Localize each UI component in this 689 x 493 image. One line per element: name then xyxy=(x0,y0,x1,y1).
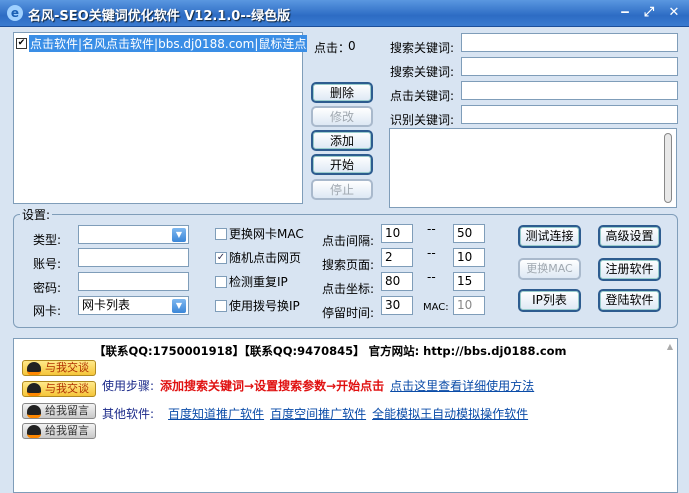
log-textarea[interactable] xyxy=(389,128,677,208)
other-software-link-3[interactable]: 全能模拟王自动模拟操作软件 xyxy=(372,405,528,422)
qq-message-button-2[interactable]: 给我留言 xyxy=(22,423,96,439)
other-software-label: 其他软件: xyxy=(102,407,155,421)
contact-text: 【联系QQ:1750001918】【联系QQ:9470845】 官方网站: ht… xyxy=(94,344,567,358)
steps-text: 添加搜索关键词→设置搜索参数→开始点击 xyxy=(160,379,385,393)
range-separator: -- xyxy=(427,222,436,236)
type-select[interactable]: ▼ xyxy=(78,225,189,244)
qq-message-label: 给我留言 xyxy=(45,404,89,417)
steps-label: 使用步骤: xyxy=(102,379,155,393)
account-label: 账号: xyxy=(33,257,62,271)
range-separator: -- xyxy=(427,270,436,284)
click-count-value: 0 xyxy=(348,39,356,53)
click-keyword-label: 点击关键词: xyxy=(390,89,455,103)
identify-keyword-input[interactable] xyxy=(461,105,678,124)
other-software-link-1[interactable]: 百度知道推广软件 xyxy=(168,405,264,422)
password-label: 密码: xyxy=(33,281,62,295)
list-item-checkbox[interactable]: ✔ xyxy=(16,38,27,49)
textarea-scrollbar[interactable] xyxy=(664,133,672,203)
qq-penguin-icon xyxy=(27,362,41,375)
search-page-to[interactable]: 10 xyxy=(453,248,485,267)
list-item-text: 点击软件|名风点击软件|bbs.dj0188.com|鼠标连点 xyxy=(29,35,308,52)
register-button[interactable]: 注册软件 xyxy=(598,258,661,281)
search-keyword-1-input[interactable] xyxy=(461,33,678,52)
click-interval-label: 点击间隔: xyxy=(322,234,375,248)
dialup-ip-checkbox[interactable]: 使用拨号换IP xyxy=(215,297,300,314)
window-title: 名风-SEO关键词优化软件 V12.1.0--绿色版 xyxy=(28,9,291,24)
close-button[interactable]: ✕ xyxy=(666,5,682,21)
checkbox-box[interactable] xyxy=(215,299,227,312)
qq-chat-button-1[interactable]: 与我交谈 xyxy=(22,360,96,376)
stay-time-label: 停留时间: xyxy=(322,306,375,320)
app-icon: e xyxy=(7,5,23,21)
qq-penguin-icon xyxy=(27,383,41,396)
click-coord-y[interactable]: 15 xyxy=(453,272,485,291)
list-item[interactable]: ✔ 点击软件|名风点击软件|bbs.dj0188.com|鼠标连点 xyxy=(16,35,308,52)
random-click-checkbox[interactable]: ✓ 随机点击网页 xyxy=(215,249,301,266)
change-mac-checkbox[interactable]: 更换网卡MAC xyxy=(215,225,304,242)
click-keyword-input[interactable] xyxy=(461,81,678,100)
maximize-button[interactable]: ⤢ xyxy=(641,5,657,21)
password-input[interactable] xyxy=(78,272,189,291)
search-page-label: 搜索页面: xyxy=(322,258,375,272)
stay-time-input[interactable]: 30 xyxy=(381,296,413,315)
ip-list-button[interactable]: IP列表 xyxy=(518,289,581,312)
search-keyword-2-input[interactable] xyxy=(461,57,678,76)
checkbox-label: 随机点击网页 xyxy=(229,251,302,265)
mac-label: MAC: xyxy=(423,302,449,313)
qq-chat-label: 与我交谈 xyxy=(45,361,89,374)
other-software-link-2[interactable]: 百度空间推广软件 xyxy=(270,405,366,422)
settings-title: 设置: xyxy=(20,206,53,223)
nic-value: 网卡列表 xyxy=(82,298,131,312)
usage-help-link[interactable]: 点击这里查看详细使用方法 xyxy=(390,377,534,394)
task-list[interactable]: ✔ 点击软件|名风点击软件|bbs.dj0188.com|鼠标连点 xyxy=(13,32,308,204)
checkbox-box[interactable] xyxy=(215,275,227,288)
info-panel: ▲ 【联系QQ:1750001918】【联系QQ:9470845】 官方网站: … xyxy=(13,338,678,493)
add-button[interactable]: 添加 xyxy=(311,130,373,151)
checkbox-label: 更换网卡MAC xyxy=(229,227,304,241)
test-connection-button[interactable]: 测试连接 xyxy=(518,225,581,248)
advanced-settings-button[interactable]: 高级设置 xyxy=(598,225,661,248)
delete-button[interactable]: 删除 xyxy=(311,82,373,103)
qq-penguin-icon xyxy=(27,425,41,438)
login-button[interactable]: 登陆软件 xyxy=(598,289,661,312)
chevron-down-icon[interactable]: ▼ xyxy=(172,299,186,313)
checkbox-box[interactable]: ✓ xyxy=(215,251,227,264)
minimize-button[interactable]: ‒ xyxy=(617,5,633,21)
scroll-up-icon[interactable]: ▲ xyxy=(667,342,673,351)
stop-button[interactable]: 停止 xyxy=(311,179,373,200)
qq-message-button-1[interactable]: 给我留言 xyxy=(22,403,96,419)
search-page-from[interactable]: 2 xyxy=(381,248,413,267)
nic-select[interactable]: 网卡列表 ▼ xyxy=(78,296,189,315)
checkbox-box[interactable] xyxy=(215,227,227,240)
checkbox-label: 使用拨号换IP xyxy=(229,299,300,313)
change-mac-button[interactable]: 更换MAC xyxy=(518,258,581,280)
identify-keyword-label: 识别关键词: xyxy=(390,113,455,127)
qq-penguin-icon xyxy=(27,405,41,418)
click-interval-to[interactable]: 50 xyxy=(453,224,485,243)
search-keyword-1-label: 搜索关键词: xyxy=(390,41,455,55)
checkbox-label: 检测重复IP xyxy=(229,275,288,289)
qq-message-label: 给我留言 xyxy=(45,424,89,437)
qq-chat-button-2[interactable]: 与我交谈 xyxy=(22,381,96,397)
start-button[interactable]: 开始 xyxy=(311,154,373,175)
nic-label: 网卡: xyxy=(33,304,62,318)
click-count-label: 点击： xyxy=(314,41,351,55)
type-label: 类型: xyxy=(33,233,62,247)
detect-duplicate-ip-checkbox[interactable]: 检测重复IP xyxy=(215,273,288,290)
mac-input[interactable]: 10 xyxy=(453,296,485,315)
click-coord-x[interactable]: 80 xyxy=(381,272,413,291)
search-keyword-2-label: 搜索关键词: xyxy=(390,65,455,79)
account-input[interactable] xyxy=(78,248,189,267)
click-coord-label: 点击坐标: xyxy=(322,282,375,296)
edit-button[interactable]: 修改 xyxy=(311,106,373,127)
chevron-down-icon[interactable]: ▼ xyxy=(172,228,186,242)
range-separator: -- xyxy=(427,246,436,260)
qq-chat-label: 与我交谈 xyxy=(45,382,89,395)
click-interval-from[interactable]: 10 xyxy=(381,224,413,243)
